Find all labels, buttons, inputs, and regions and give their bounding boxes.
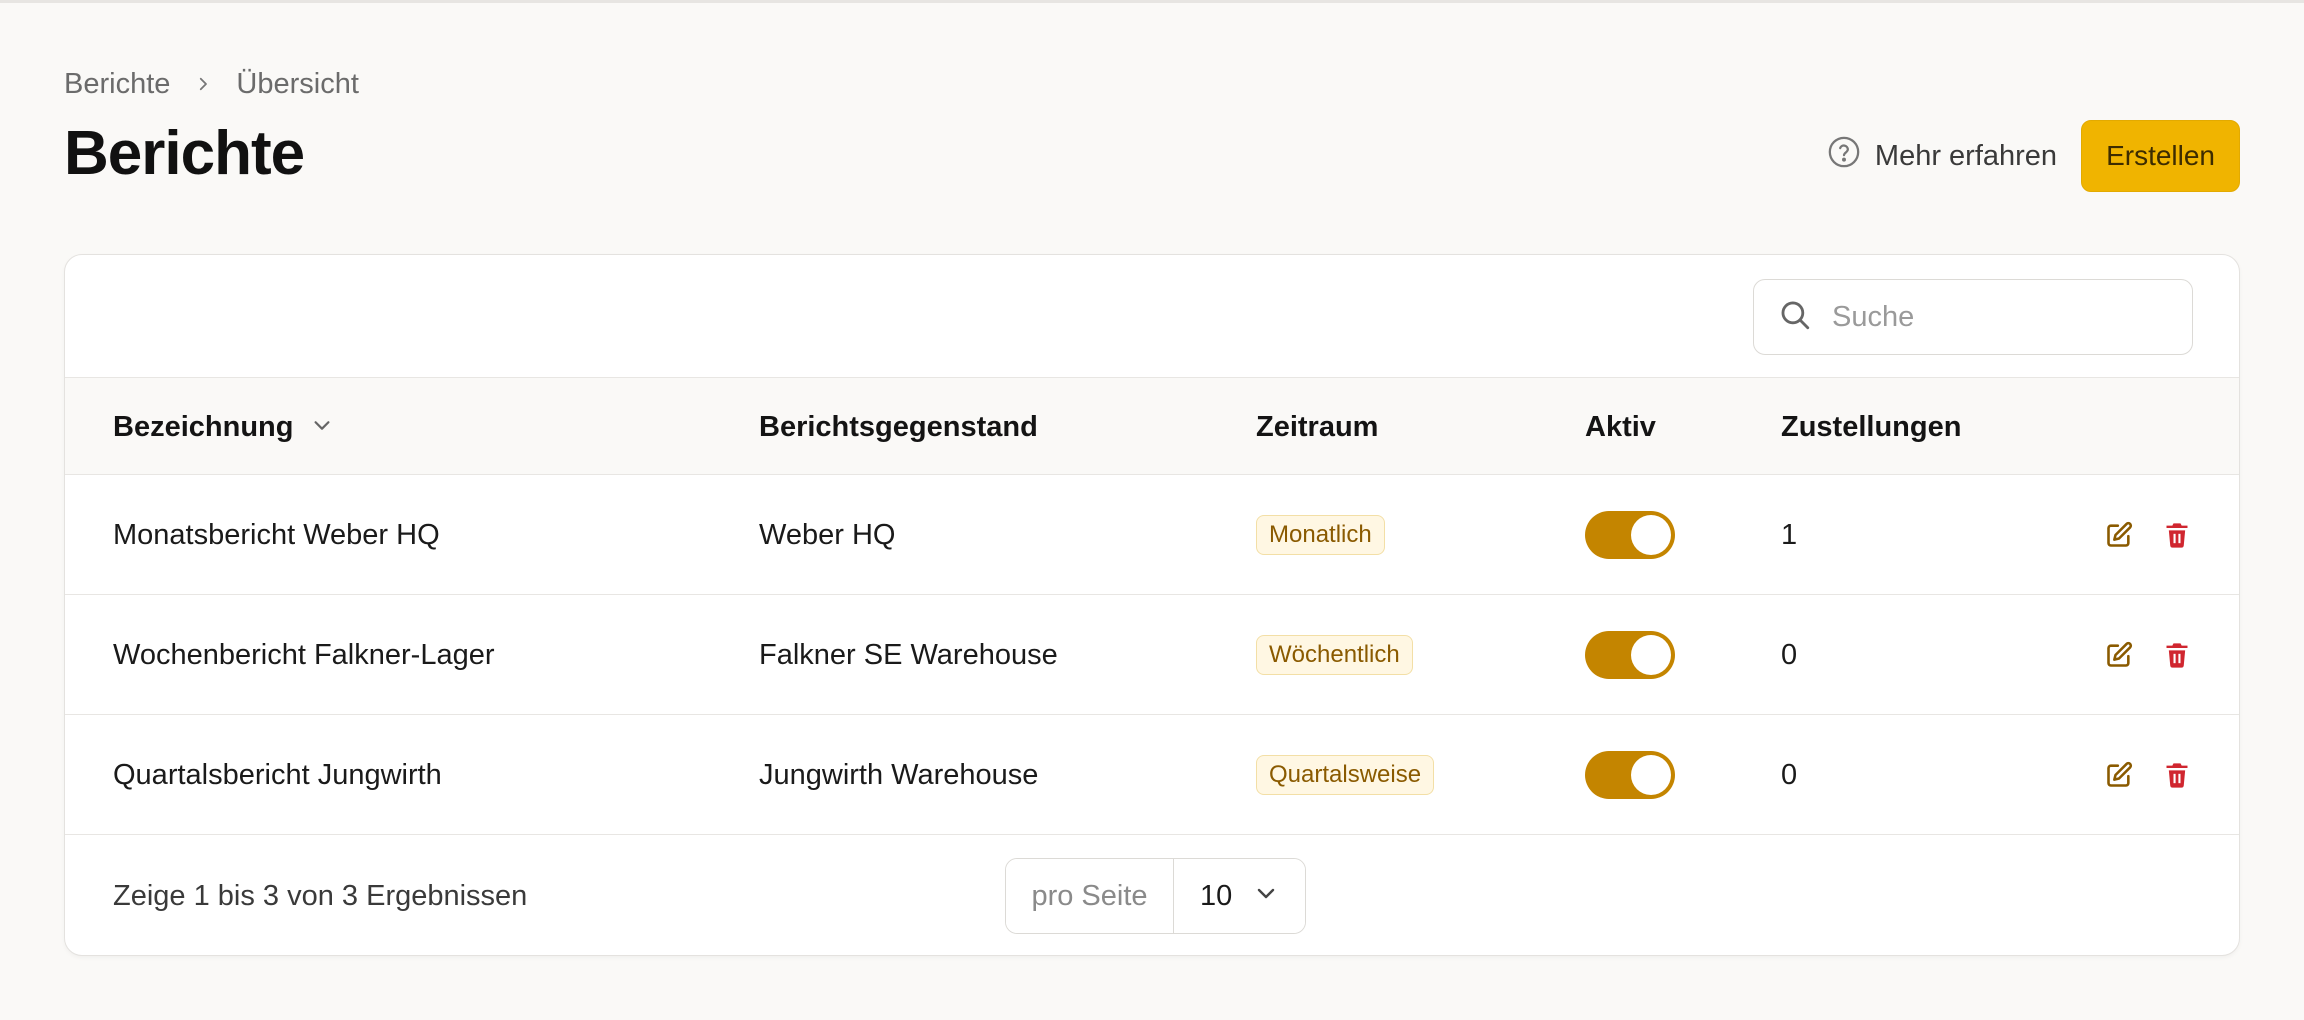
chevron-down-icon <box>1254 880 1278 913</box>
column-header-berichtsgegenstand: Berichtsgegenstand <box>759 410 1038 443</box>
column-header-zeitraum: Zeitraum <box>1256 410 1379 443</box>
chevron-down-icon <box>311 411 333 444</box>
toggle-knob <box>1631 635 1671 675</box>
toggle-knob <box>1631 755 1671 795</box>
row-name: Wochenbericht Falkner-Lager <box>113 638 495 671</box>
active-toggle[interactable] <box>1585 751 1675 799</box>
row-name: Quartalsbericht Jungwirth <box>113 758 442 791</box>
table-row: Quartalsbericht Jungwirth Jungwirth Ware… <box>65 715 2239 835</box>
per-page-select[interactable]: 10 <box>1174 859 1305 933</box>
row-deliveries: 0 <box>1781 638 1798 671</box>
per-page-control: pro Seite 10 <box>1005 858 1306 934</box>
row-deliveries: 1 <box>1781 518 1798 551</box>
period-badge: Wöchentlich <box>1256 635 1413 675</box>
edit-icon[interactable] <box>2103 639 2135 671</box>
breadcrumb-item-uebersicht: Übersicht <box>236 67 359 100</box>
period-badge: Monatlich <box>1256 515 1385 555</box>
table-row: Monatsbericht Weber HQ Weber HQ Monatlic… <box>65 475 2239 595</box>
column-header-aktiv: Aktiv <box>1585 410 1656 443</box>
breadcrumb-item-berichte[interactable]: Berichte <box>64 68 170 101</box>
active-toggle[interactable] <box>1585 631 1675 679</box>
toggle-knob <box>1631 515 1671 555</box>
header-actions: Mehr erfahren Erstellen <box>1827 120 2240 192</box>
per-page-value: 10 <box>1200 879 1233 912</box>
edit-icon[interactable] <box>2103 759 2135 791</box>
row-active <box>1585 475 1675 595</box>
per-page-label: pro Seite <box>1006 859 1174 933</box>
learn-more-label: Mehr erfahren <box>1874 139 2058 172</box>
period-badge: Quartalsweise <box>1256 755 1435 795</box>
active-toggle[interactable] <box>1585 511 1675 559</box>
top-divider <box>0 0 2304 3</box>
row-subject: Falkner SE Warehouse <box>759 638 1058 671</box>
table-row: Wochenbericht Falkner-Lager Falkner SE W… <box>65 595 2239 715</box>
row-subject: Jungwirth Warehouse <box>759 758 1039 791</box>
row-name: Monatsbericht Weber HQ <box>113 518 440 551</box>
results-summary: Zeige 1 bis 3 von 3 Ergebnissen <box>113 879 528 912</box>
question-circle-icon <box>1827 135 1861 177</box>
search-icon <box>1778 298 1812 337</box>
column-header-bezeichnung[interactable]: Bezeichnung <box>113 378 333 476</box>
table-footer: Zeige 1 bis 3 von 3 Ergebnissen pro Seit… <box>65 835 2239 955</box>
row-active <box>1585 715 1675 835</box>
row-period: Wöchentlich <box>1256 595 1413 715</box>
trash-icon[interactable] <box>2161 519 2193 551</box>
search-box[interactable] <box>1753 279 2193 355</box>
learn-more-link[interactable]: Mehr erfahren <box>1827 135 2057 177</box>
trash-icon[interactable] <box>2161 759 2193 791</box>
row-actions <box>2103 715 2193 835</box>
reports-table-card: Bezeichnung Berichtsgegenstand Zeitraum … <box>64 254 2240 956</box>
breadcrumb: Berichte Übersicht <box>64 64 359 104</box>
row-period: Quartalsweise <box>1256 715 1435 835</box>
trash-icon[interactable] <box>2161 639 2193 671</box>
row-actions <box>2103 475 2193 595</box>
row-period: Monatlich <box>1256 475 1385 595</box>
edit-icon[interactable] <box>2103 519 2135 551</box>
chevron-right-icon <box>192 73 214 95</box>
row-deliveries: 0 <box>1781 758 1798 791</box>
search-input[interactable] <box>1832 300 2172 334</box>
row-actions <box>2103 595 2193 715</box>
create-button[interactable]: Erstellen <box>2081 120 2240 192</box>
table-toolbar <box>65 255 2239 377</box>
table-header: Bezeichnung Berichtsgegenstand Zeitraum … <box>65 377 2239 475</box>
row-active <box>1585 595 1675 715</box>
row-subject: Weber HQ <box>759 518 896 551</box>
column-header-zustellungen: Zustellungen <box>1781 410 1962 443</box>
page-title: Berichte <box>64 119 305 188</box>
